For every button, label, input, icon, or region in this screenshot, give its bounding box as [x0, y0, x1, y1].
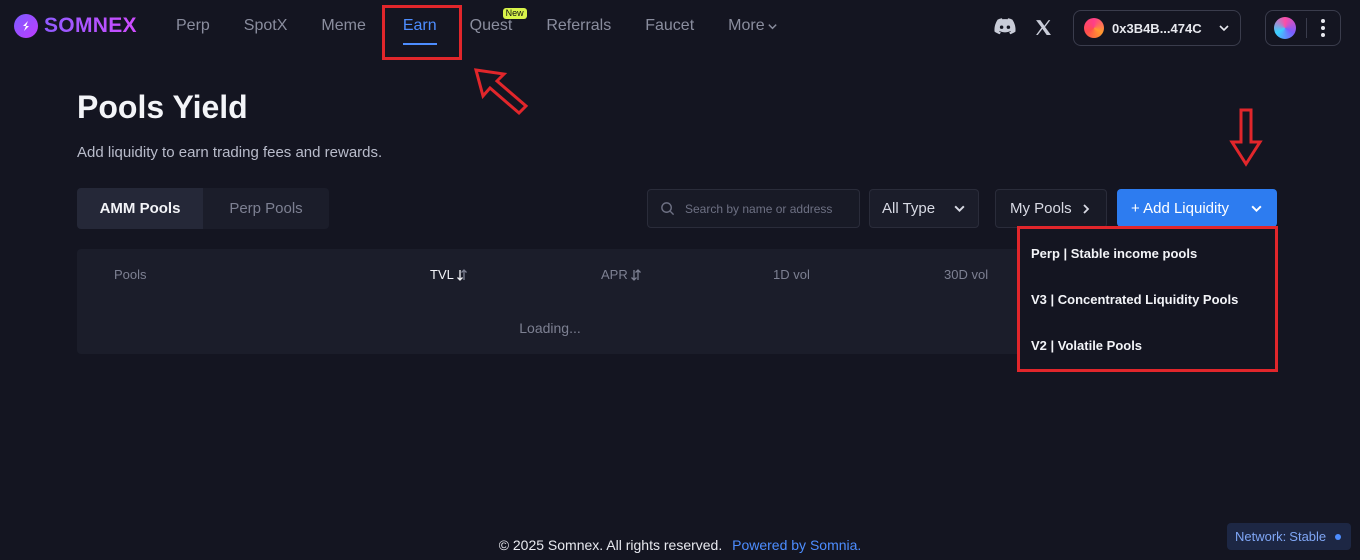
add-liquidity-label: + Add Liquidity: [1131, 199, 1229, 217]
add-liquidity-button[interactable]: + Add Liquidity: [1117, 189, 1277, 227]
tab-amm-pools[interactable]: AMM Pools: [77, 188, 203, 229]
nav-item-faucet[interactable]: Faucet: [645, 17, 694, 35]
chevron-down-icon: [1251, 205, 1262, 212]
somnia-network-icon[interactable]: [1274, 17, 1296, 39]
nav-item-quest-label: Quest: [469, 17, 513, 34]
nav-item-more[interactable]: More: [728, 17, 777, 35]
column-header-apr-label: APR: [601, 267, 628, 282]
main-nav: Perp SpotX Meme Earn Quest New Referrals…: [176, 8, 812, 45]
network-label: Network:: [1235, 529, 1287, 544]
annotation-arrow-icon: [473, 68, 529, 116]
more-options-icon[interactable]: [1321, 19, 1325, 37]
column-header-pools: Pools: [114, 267, 147, 282]
copyright-text: © 2025 Somnex. All rights reserved.: [498, 537, 723, 553]
tab-perp-pools[interactable]: Perp Pools: [203, 188, 329, 229]
divider: [1306, 18, 1307, 38]
network-status[interactable]: Network: Stable: [1227, 523, 1351, 550]
search-field[interactable]: [647, 189, 860, 228]
discord-icon[interactable]: [994, 17, 1016, 35]
somnex-logo-icon: [14, 14, 38, 38]
my-pools-button[interactable]: My Pools: [995, 189, 1107, 228]
column-header-1d-vol: 1D vol: [773, 267, 810, 282]
column-header-apr[interactable]: APR: [601, 267, 642, 282]
column-header-tvl-label: TVL: [430, 267, 454, 282]
chevron-down-icon: [767, 23, 777, 29]
pool-tabs: AMM Pools Perp Pools: [77, 188, 329, 229]
page-title: Pools Yield: [77, 89, 248, 125]
wallet-address: 0x3B4B...474C: [1112, 20, 1202, 36]
search-icon: [661, 202, 675, 216]
brand-logo[interactable]: SOMNEX: [14, 14, 137, 38]
nav-item-perp[interactable]: Perp: [176, 17, 210, 35]
nav-item-more-label: More: [728, 17, 765, 34]
x-icon[interactable]: [1035, 19, 1052, 36]
nav-item-spotx[interactable]: SpotX: [244, 17, 288, 35]
nav-item-quest[interactable]: Quest New: [469, 8, 527, 35]
type-select[interactable]: All Type: [869, 189, 979, 228]
column-header-tvl[interactable]: TVL: [430, 267, 468, 282]
loading-text: Loading...: [519, 320, 581, 336]
annotation-earn-highlight: [382, 5, 462, 60]
sort-icon: [630, 268, 641, 281]
annotation-dropdown-highlight: [1017, 226, 1278, 372]
search-input[interactable]: [685, 201, 850, 216]
chevron-down-icon: [1219, 25, 1229, 32]
brand-name: SOMNEX: [44, 14, 137, 37]
nav-item-referrals[interactable]: Referrals: [546, 17, 611, 35]
wallet-button[interactable]: 0x3B4B...474C: [1073, 10, 1241, 46]
status-dot-icon: [1335, 533, 1342, 540]
network-value: Stable: [1289, 529, 1327, 544]
app-menu[interactable]: [1265, 10, 1341, 46]
new-badge: New: [502, 8, 527, 19]
footer: © 2025 Somnex. All rights reserved. Powe…: [0, 537, 1360, 553]
sort-icon: [456, 268, 467, 281]
page-subtitle: Add liquidity to earn trading fees and r…: [77, 144, 383, 161]
column-header-30d-vol: 30D vol: [944, 267, 989, 282]
annotation-arrow-icon: [1229, 108, 1263, 167]
pools-table: Pools TVL APR 1D vol 30D vol Loading...: [77, 249, 1023, 354]
chevron-right-icon: [1083, 203, 1090, 214]
type-select-value: All Type: [882, 200, 936, 217]
nav-item-meme[interactable]: Meme: [321, 17, 365, 35]
powered-by-link[interactable]: Powered by Somnia.: [732, 537, 861, 553]
wallet-avatar: [1084, 18, 1104, 38]
my-pools-label: My Pools: [1010, 200, 1072, 217]
chevron-down-icon: [954, 205, 965, 213]
